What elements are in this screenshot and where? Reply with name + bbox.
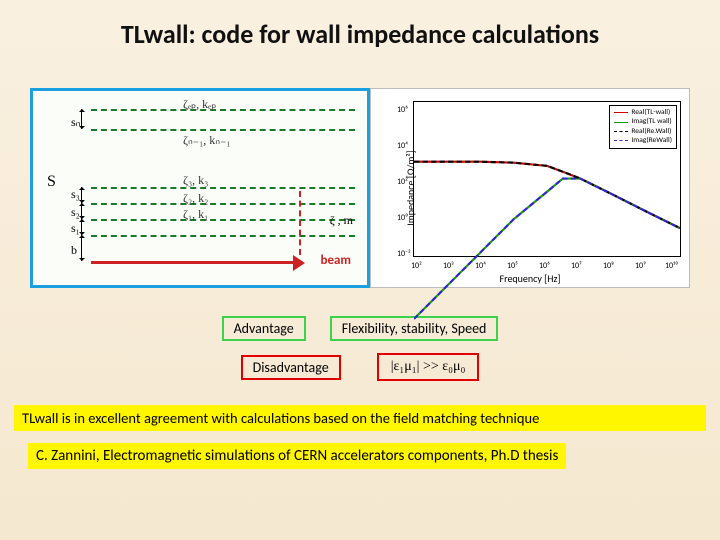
xtick: 10⁹	[635, 261, 646, 271]
legend-label: Real(Re.Wall)	[631, 127, 671, 136]
highlight-agreement: TLwall is in excellent agreement with ca…	[14, 405, 706, 431]
label-b: b	[71, 243, 77, 258]
xtick: 10⁸	[603, 261, 614, 271]
swatch-icon	[614, 122, 628, 123]
dash-line	[91, 219, 355, 221]
arrow-b	[81, 235, 82, 261]
legend-label: Imag(ReWall)	[631, 136, 672, 145]
ytick: 10⁴	[397, 141, 408, 151]
dash-line	[91, 203, 355, 205]
impedance-plot: Impedance [Ω/m²] Frequency [Hz] 10⁻² 10⁰…	[370, 88, 690, 288]
xtick: 10⁷	[571, 261, 582, 271]
swatch-icon	[614, 112, 628, 113]
xtick: 10⁶	[539, 261, 550, 271]
beam-arrow-icon	[293, 255, 305, 271]
xtick: 10⁵	[507, 261, 518, 271]
ytick: 10²	[397, 177, 408, 187]
disadvantage-label: Disadvantage	[241, 355, 341, 380]
xtick: 10³	[443, 261, 454, 271]
beam-line	[91, 261, 297, 264]
page-title: TLwall: code for wall impedance calculat…	[0, 0, 720, 58]
panels: S ζₑₚ, kₑₚ sₙ ζₙ₋₁, kₙ₋₁ ζ₃, k₃ s₃ ζ₂, k…	[18, 88, 702, 288]
legend-item: Real(TL-wall)	[614, 108, 672, 117]
legend-label: Real(TL-wall)	[631, 108, 670, 117]
swatch-icon	[614, 140, 628, 141]
plot-legend: Real(TL-wall) Imag(TL wall) Real(Re.Wall…	[609, 105, 677, 149]
zeta-2: ζ₂, k₂	[183, 191, 208, 206]
beam-label: beam	[320, 253, 351, 268]
ytick: 10⁻²	[397, 249, 411, 259]
zeta-m: ζ , m	[330, 213, 353, 228]
zeta-3: ζ₃, k₃	[183, 173, 208, 188]
highlight-citation: C. Zannini, Electromagnetic simulations …	[28, 443, 566, 469]
dash-line	[91, 235, 355, 237]
zeta-top: ζₑₚ, kₑₚ	[183, 97, 216, 112]
xtick: 10²	[411, 261, 422, 271]
advantage-label: Advantage	[222, 316, 306, 341]
legend-item: Imag(ReWall)	[614, 136, 672, 145]
dash-line	[91, 187, 355, 189]
ytick: 10⁰	[397, 213, 408, 223]
label-big-s: S	[47, 173, 56, 191]
xtick: 10⁴	[475, 261, 486, 271]
dash-line	[91, 129, 355, 131]
xtick: 10¹⁰	[665, 261, 678, 271]
dash-line	[91, 109, 355, 111]
ytick: 10⁶	[397, 105, 408, 115]
legend-label: Imag(TL wall)	[631, 117, 671, 126]
legend-item: Imag(TL wall)	[614, 117, 672, 126]
zeta-1: ζ₁, k₁	[183, 207, 208, 222]
arrow-sn	[81, 109, 82, 129]
layer-diagram: S ζₑₚ, kₑₚ sₙ ζₙ₋₁, kₙ₋₁ ζ₃, k₃ s₃ ζ₂, k…	[30, 88, 370, 288]
vertical-dash	[299, 191, 301, 255]
zeta-n: ζₙ₋₁, kₙ₋₁	[183, 133, 231, 148]
legend-item: Real(Re.Wall)	[614, 127, 672, 136]
swatch-icon	[614, 131, 628, 132]
